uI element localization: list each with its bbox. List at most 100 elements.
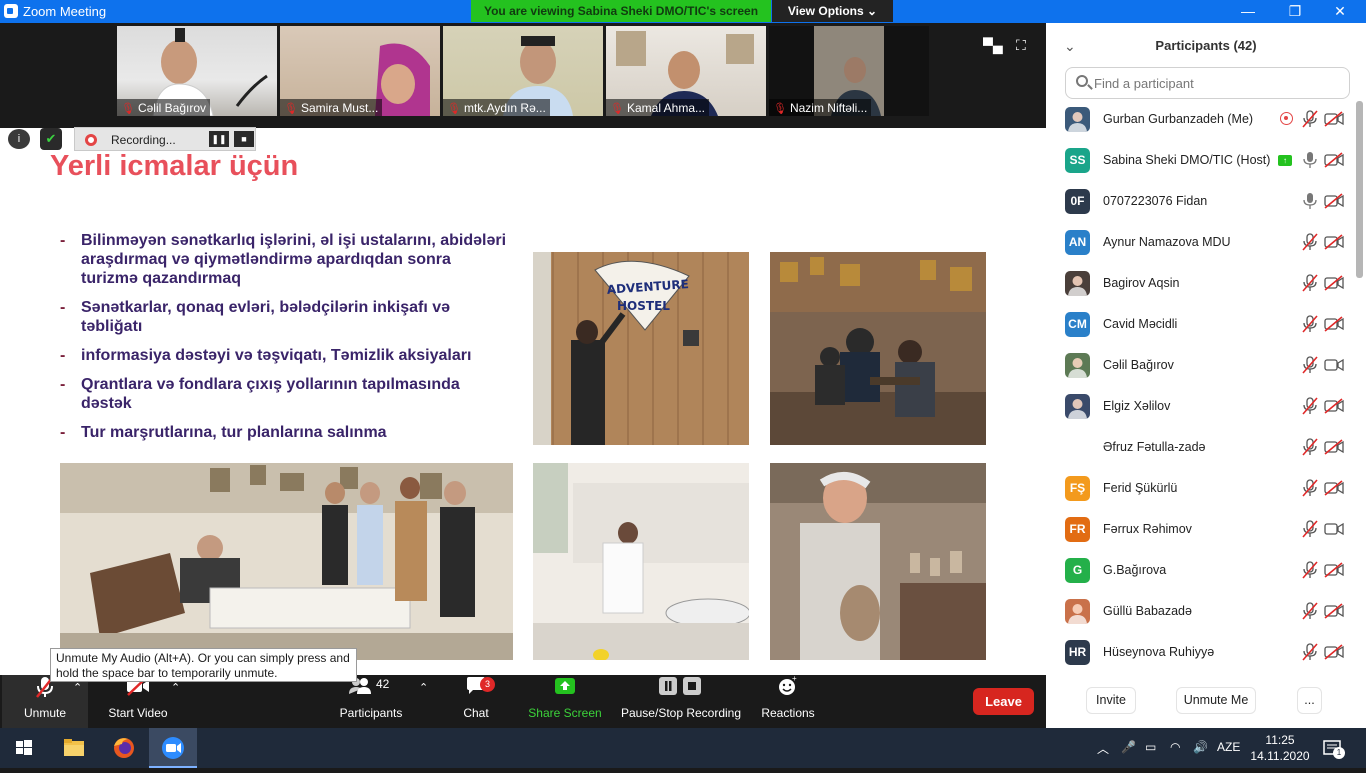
participants-button[interactable]: 42 Participants (334, 675, 408, 728)
participant-row[interactable]: Əfruz Fətulla-zadə (1046, 430, 1356, 471)
participant-name-tag: 🎙 Samira Must... (280, 99, 383, 116)
participant-name: Elgiz Xəlilov (1103, 399, 1171, 413)
participant-row[interactable]: HR Hüseynova Ruhiyyə (1046, 635, 1356, 676)
volume-icon[interactable]: 🔊 (1193, 740, 1208, 754)
restore-icon[interactable]: ❐ (1285, 2, 1305, 20)
video-off-icon (1324, 562, 1344, 578)
shared-screen: Yerli icmalar üçün Bilinməyən sənətkarlı… (0, 128, 1046, 675)
video-thumbnail[interactable]: 🎙 mtk.Aydın Rə... (443, 26, 603, 116)
video-off-icon (1324, 111, 1344, 127)
title-bar: Zoom Meeting You are viewing Sabina Shek… (0, 0, 1366, 23)
stop-recording-icon[interactable]: ■ (234, 131, 254, 147)
language-indicator[interactable]: AZE (1217, 740, 1240, 754)
notification-count: 1 (1333, 747, 1345, 759)
battery-icon[interactable]: ▭ (1145, 740, 1156, 754)
firefox-icon[interactable] (100, 728, 148, 768)
zoom-taskbar-icon[interactable] (149, 728, 197, 768)
recording-dot-icon (85, 134, 97, 146)
tray-expand-icon[interactable]: ︿ (1097, 740, 1109, 757)
video-off-icon (1324, 644, 1344, 660)
mic-muted-icon: 🎙 (121, 103, 135, 115)
participant-name: 0707223076 Fidan (1103, 194, 1208, 208)
start-video-button[interactable]: Start Video (104, 675, 172, 728)
notifications-icon[interactable]: 1 (1322, 738, 1345, 759)
video-thumbnail[interactable]: 🎙 Kamal Ahma... (606, 26, 766, 116)
video-off-icon (1324, 234, 1344, 250)
close-icon[interactable]: ✕ (1330, 2, 1350, 20)
more-button[interactable]: ... (1297, 687, 1322, 714)
participant-row[interactable]: CM Cavid Məcidli (1046, 307, 1356, 348)
chat-button[interactable]: 3 Chat (452, 675, 500, 728)
search-icon (1076, 75, 1088, 87)
windows-start-icon[interactable] (0, 728, 48, 768)
photo-workshop (60, 463, 513, 660)
unmute-me-button[interactable]: Unmute Me (1176, 687, 1256, 714)
clock[interactable]: 11:25 14.11.2020 (1250, 732, 1310, 764)
video-off-icon (1324, 603, 1344, 619)
photo-cafe (770, 252, 986, 445)
participant-row[interactable]: FR Fərrux Rəhimov (1046, 512, 1356, 553)
mic-muted-icon (1302, 233, 1318, 251)
slide-title: Yerli icmalar üçün (50, 150, 299, 182)
mic-muted-icon (1302, 356, 1318, 374)
participant-list-scrollbar[interactable] (1356, 101, 1363, 278)
participant-name: Hüseynova Ruhiyyə (1103, 645, 1215, 659)
participant-row[interactable]: FŞ Ferid Şükürlü (1046, 471, 1356, 512)
share-screen-button[interactable]: Share Screen (525, 675, 605, 728)
participants-options-chevron-icon[interactable]: ⌃ (419, 681, 428, 694)
search-input[interactable]: Find a participant (1065, 67, 1350, 99)
search-placeholder: Find a participant (1094, 76, 1194, 91)
reactions-button[interactable]: + Reactions (757, 674, 819, 728)
audio-options-chevron-icon[interactable]: ⌃ (73, 681, 82, 694)
svg-text:+: + (792, 675, 797, 683)
participant-row[interactable]: AN Aynur Namazova MDU (1046, 225, 1356, 266)
pause-recording-icon[interactable]: ❚❚ (209, 131, 229, 147)
avatar: HR (1065, 640, 1090, 665)
fullscreen-icon[interactable]: ⛶ (1016, 37, 1026, 54)
participants-label: Participants (339, 706, 403, 720)
clock-date: 14.11.2020 (1250, 749, 1310, 763)
meeting-toolbar: Unmute ⌃ Start Video ⌃ 42 Participants ⌃… (0, 674, 1046, 728)
avatar (1065, 435, 1090, 460)
file-explorer-icon[interactable] (50, 728, 98, 768)
participant-row[interactable]: Gurban Gurbanzadeh (Me) (1046, 102, 1356, 143)
mic-muted-icon (1302, 438, 1318, 456)
participant-name: Gurban Gurbanzadeh (Me) (1103, 112, 1254, 126)
invite-button[interactable]: Invite (1086, 687, 1136, 714)
info-icon[interactable]: i (8, 129, 30, 149)
slide-bullet: Bilinməyən sənətkarlıq işlərini, əl işi … (60, 231, 510, 288)
participant-row[interactable]: SS Sabina Sheki DMO/TIC (Host) ↑ (1046, 143, 1356, 184)
pause-stop-recording-button[interactable]: Pause/Stop Recording (619, 675, 743, 728)
slide-bullet: Sənətkarlar, qonaq evləri, bələdçilərin … (60, 298, 510, 336)
avatar: FŞ (1065, 476, 1090, 501)
video-strip: 🎙 Cəlil Bağırov 🎙 Samira Must... 🎙 mtk.Aydı… (0, 23, 1046, 128)
wifi-icon[interactable]: ◠ (1170, 740, 1180, 754)
shield-icon[interactable]: ✔ (40, 128, 62, 150)
recording-icon (1280, 112, 1293, 125)
video-thumbnail[interactable]: 🎙 Samira Must... (280, 26, 440, 116)
video-options-chevron-icon[interactable]: ⌃ (171, 681, 180, 694)
unmute-tooltip: Unmute My Audio (Alt+A). Or you can simp… (50, 648, 357, 682)
photo-potter (770, 463, 986, 660)
participant-name: Əfruz Fətulla-zadə (1103, 440, 1206, 454)
participant-row[interactable]: Elgiz Xəlilov (1046, 389, 1356, 430)
minimize-icon[interactable]: — (1238, 2, 1258, 20)
participant-row[interactable]: 0F 0707223076 Fidan (1046, 184, 1356, 225)
panel-header: ⌄ Participants (42) (1046, 23, 1366, 67)
video-thumbnail[interactable]: 🎙 Cəlil Bağırov (117, 26, 277, 116)
reactions-label: Reactions (761, 706, 815, 720)
mic-muted-icon (1302, 315, 1318, 333)
pause-stop-icon (619, 675, 743, 701)
participant-row[interactable]: Cəlil Bağırov (1046, 348, 1356, 389)
gallery-layout-icon[interactable]: ▀▄ (983, 37, 1003, 53)
mic-muted-icon (1302, 561, 1318, 579)
video-thumbnail[interactable]: 🎙 Nazim Niftəli... (769, 26, 929, 116)
leave-button[interactable]: Leave (973, 688, 1034, 715)
avatar: FR (1065, 517, 1090, 542)
participant-row[interactable]: Bagirov Aqsin (1046, 266, 1356, 307)
view-options-button[interactable]: View Options ⌄ (772, 0, 893, 22)
participant-row[interactable]: G G.Bağırova (1046, 553, 1356, 594)
tray-mic-icon[interactable]: 🎤 (1121, 740, 1136, 754)
participants-panel: ⌄ Participants (42) Find a participant G… (1046, 23, 1366, 728)
participant-row[interactable]: Güllü Babazadə (1046, 594, 1356, 635)
